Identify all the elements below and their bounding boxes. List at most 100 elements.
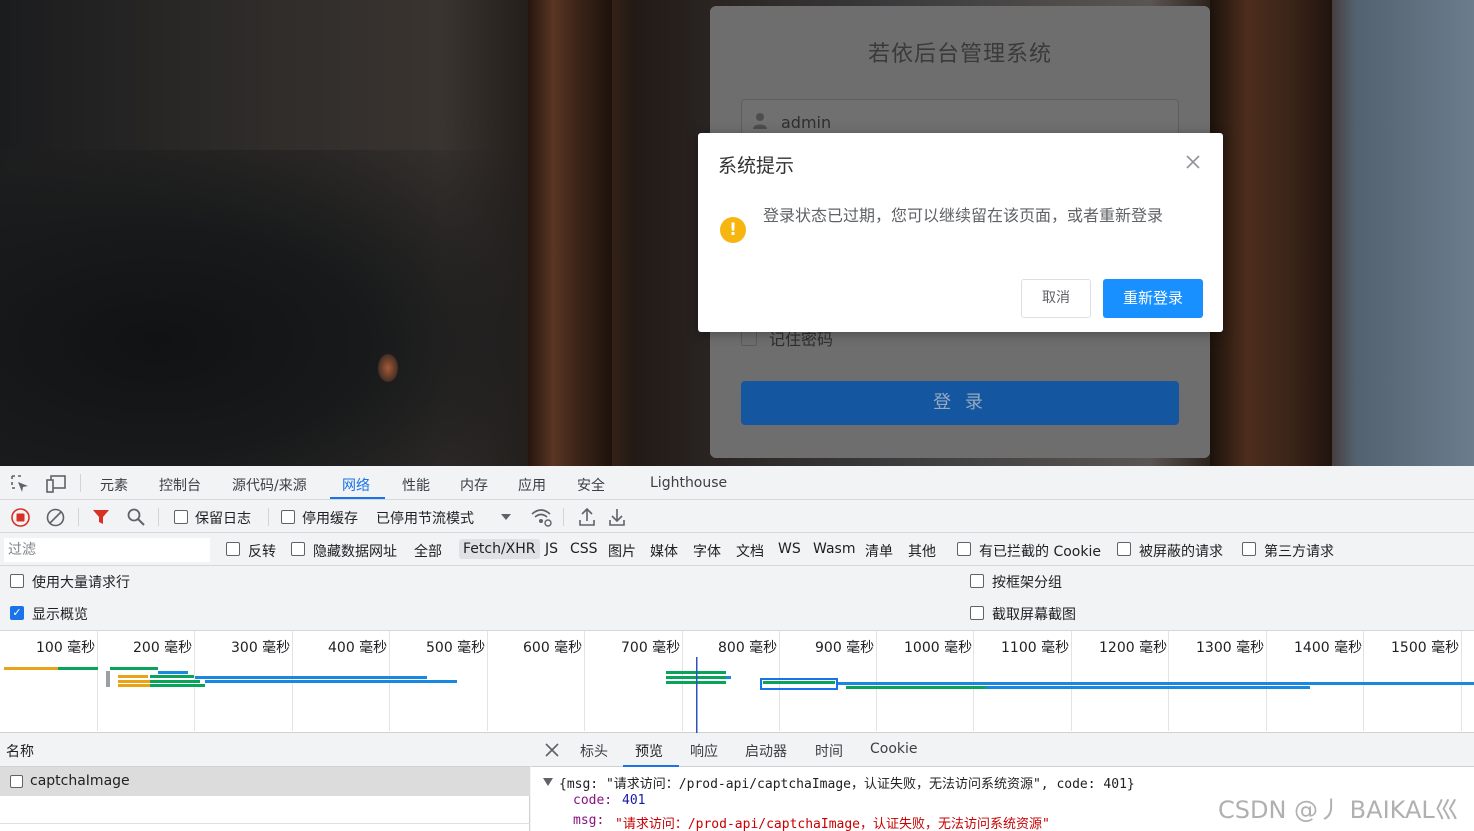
type-filter-wasm[interactable]: Wasm (813, 541, 855, 557)
invert-label: 反转 (248, 544, 276, 560)
page-viewport: 若依后台管理系统 admin 记住密码 登 录 系统提示 ! 登录状态已过期，您… (0, 0, 1474, 466)
separator (563, 508, 564, 526)
devtools-tab-strip: 元素 控制台 源代码/来源 网络 性能 内存 应用 安全 Lighthouse (0, 466, 1474, 500)
request-row[interactable]: captchaImage (0, 767, 530, 796)
tab-performance[interactable]: 性能 (402, 475, 430, 495)
invert-checkbox[interactable] (226, 542, 240, 556)
tab-cookies[interactable]: Cookie (870, 741, 918, 757)
separator (78, 508, 79, 526)
blocked-cookies-checkbox[interactable] (957, 542, 971, 556)
type-filter-fetch-xhr[interactable]: Fetch/XHR (459, 539, 540, 559)
request-list-panel: 名称 captchaImage (0, 733, 530, 831)
tab-initiator[interactable]: 启动器 (745, 741, 787, 761)
active-tab-indicator (330, 497, 385, 499)
hide-data-urls-checkbox[interactable] (291, 542, 305, 556)
warning-icon: ! (720, 217, 746, 243)
large-rows-checkbox[interactable] (10, 574, 24, 588)
search-icon[interactable] (127, 508, 145, 526)
collapse-triangle-icon[interactable] (543, 778, 553, 786)
blocked-requests-checkbox[interactable] (1117, 542, 1131, 556)
filter-icon[interactable] (92, 508, 110, 526)
record-stop-icon[interactable] (11, 508, 30, 527)
preview-summary[interactable]: {msg: "请求访问：/prod-api/captchaImage，认证失败，… (559, 773, 1135, 792)
show-overview-label: 显示概览 (32, 607, 88, 623)
watermark: CSDN @丿 BAIKAL巛 (1218, 796, 1459, 824)
filter-input[interactable] (4, 538, 210, 562)
preserve-log-checkbox[interactable] (174, 510, 188, 524)
third-party-label: 第三方请求 (1264, 544, 1334, 560)
close-icon[interactable] (545, 743, 559, 757)
network-overview-timeline[interactable]: 100 毫秒 200 毫秒 300 毫秒 400 毫秒 500 毫秒 600 毫… (0, 631, 1474, 733)
tab-security[interactable]: 安全 (577, 475, 605, 495)
tab-network[interactable]: 网络 (342, 475, 370, 495)
group-by-frame-checkbox[interactable] (970, 574, 984, 588)
tab-preview[interactable]: 预览 (635, 741, 663, 761)
background-light (378, 354, 398, 382)
chevron-down-icon[interactable] (500, 513, 512, 521)
show-overview-checkbox[interactable]: ✓ (10, 606, 24, 620)
network-toolbar: 保留日志 停用缓存 已停用节流模式 (0, 500, 1474, 533)
capture-screenshots-label: 截取屏幕截图 (992, 607, 1076, 623)
request-list-header: 名称 (0, 733, 530, 767)
clear-icon[interactable] (46, 508, 65, 527)
type-filter-css[interactable]: CSS (570, 541, 598, 557)
large-rows-label: 使用大量请求行 (32, 575, 130, 591)
background-wood-post (528, 0, 612, 466)
group-by-frame-label: 按框架分组 (992, 575, 1062, 591)
disable-cache-checkbox[interactable] (281, 510, 295, 524)
close-icon[interactable] (1185, 154, 1201, 170)
remember-password-checkbox[interactable] (741, 330, 757, 346)
import-har-icon[interactable] (578, 507, 596, 527)
session-expired-dialog: 系统提示 ! 登录状态已过期，您可以继续留在该页面，或者重新登录 取消 重新登录 (698, 133, 1223, 332)
capture-screenshots-checkbox[interactable] (970, 606, 984, 620)
type-filter-other[interactable]: 其他 (908, 541, 936, 561)
network-conditions-icon[interactable] (530, 507, 552, 527)
name-column-header[interactable]: 名称 (6, 741, 34, 761)
type-filter-js[interactable]: JS (545, 541, 558, 557)
tab-console[interactable]: 控制台 (159, 475, 201, 495)
tab-timing[interactable]: 时间 (815, 741, 843, 761)
login-button[interactable]: 登 录 (741, 381, 1179, 425)
preview-msg-value: "请求访问：/prod-api/captchaImage，认证失败，无法访问系统… (615, 817, 1050, 831)
tab-lighthouse[interactable]: Lighthouse (650, 475, 727, 491)
hide-data-urls-label: 隐藏数据网址 (313, 544, 397, 560)
tab-headers[interactable]: 标头 (580, 741, 608, 761)
devtools-panel: 元素 控制台 源代码/来源 网络 性能 内存 应用 安全 Lighthouse … (0, 466, 1474, 831)
tab-application[interactable]: 应用 (518, 475, 546, 495)
preview-msg-key: msg: (573, 813, 605, 828)
detail-tab-strip: 标头 预览 响应 启动器 时间 Cookie (531, 733, 1474, 767)
third-party-checkbox[interactable] (1242, 542, 1256, 556)
tab-elements[interactable]: 元素 (100, 475, 128, 495)
blocked-requests-label: 被屏蔽的请求 (1139, 544, 1223, 560)
row-divider (0, 823, 530, 824)
request-name: captchaImage (30, 773, 130, 789)
tab-response[interactable]: 响应 (690, 741, 718, 761)
blocked-cookies-label: 有已拦截的 Cookie (979, 544, 1101, 560)
throttling-select[interactable]: 已停用节流模式 (376, 508, 474, 528)
device-toolbar-icon[interactable] (45, 474, 67, 494)
separator (80, 474, 81, 492)
type-filter-all[interactable]: 全部 (414, 541, 442, 561)
inspect-element-icon[interactable] (10, 474, 30, 494)
separator (268, 508, 269, 526)
background-trees (0, 150, 520, 466)
relogin-button[interactable]: 重新登录 (1103, 279, 1203, 318)
dialog-title: 系统提示 (718, 155, 795, 177)
type-filter-font[interactable]: 字体 (693, 541, 721, 561)
tab-sources[interactable]: 源代码/来源 (232, 475, 307, 495)
type-filter-ws[interactable]: WS (778, 541, 801, 557)
preview-code-key: code: (573, 793, 613, 808)
dialog-message: 登录状态已过期，您可以继续留在该页面，或者重新登录 (763, 206, 1164, 225)
tab-memory[interactable]: 内存 (460, 475, 488, 495)
separator (158, 508, 159, 526)
type-filter-img[interactable]: 图片 (608, 541, 636, 561)
login-title: 若依后台管理系统 (867, 42, 1052, 67)
type-filter-media[interactable]: 媒体 (650, 541, 678, 561)
export-har-icon[interactable] (608, 507, 626, 527)
cancel-button[interactable]: 取消 (1021, 279, 1091, 318)
user-icon (753, 113, 767, 129)
type-filter-doc[interactable]: 文档 (736, 541, 764, 561)
preserve-log-label: 保留日志 (195, 511, 251, 527)
request-waterfall-bars (4, 657, 1474, 733)
type-filter-manifest[interactable]: 清单 (865, 541, 893, 561)
